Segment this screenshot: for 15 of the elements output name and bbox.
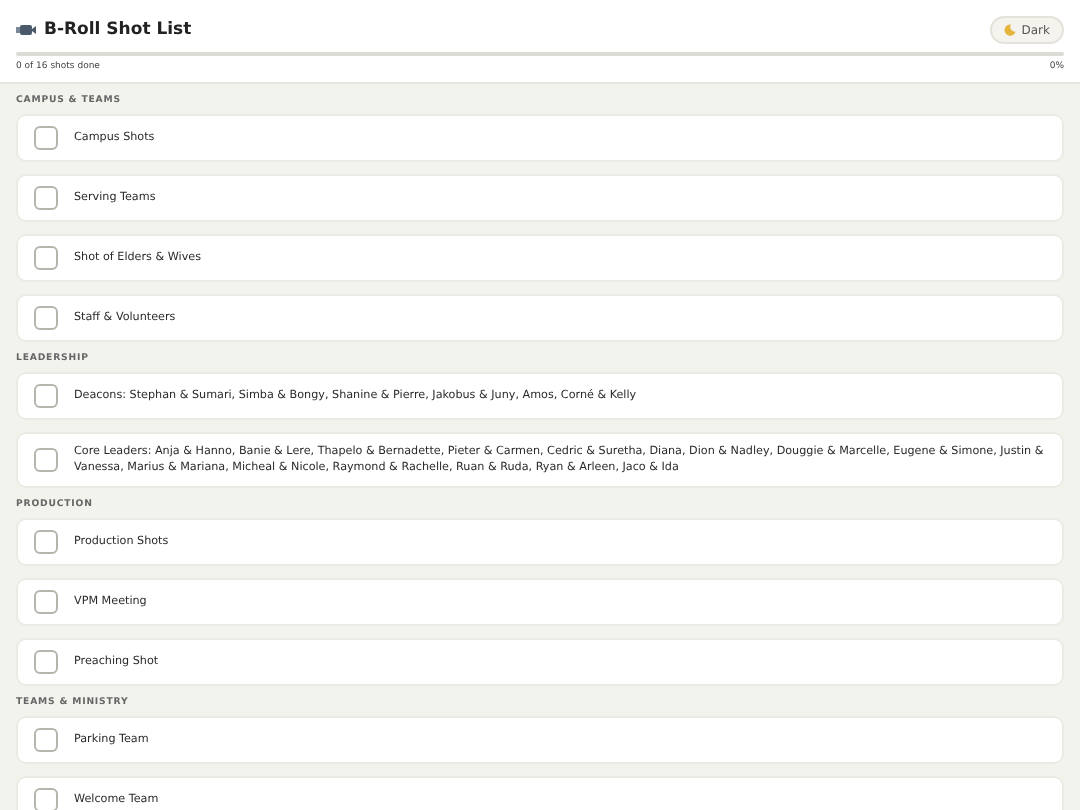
checkbox[interactable] (34, 650, 58, 675)
checkbox[interactable] (34, 530, 58, 555)
checkbox[interactable] (34, 788, 58, 810)
checkbox[interactable] (34, 246, 58, 270)
video-camera-icon (16, 22, 36, 38)
checkbox[interactable] (34, 448, 58, 473)
checkbox[interactable] (34, 306, 58, 330)
shot-item[interactable] (16, 432, 1064, 489)
app-title: B-Roll Shot List (44, 20, 192, 40)
checkbox[interactable] (34, 126, 58, 150)
checkbox[interactable] (34, 728, 58, 753)
checkbox[interactable] (34, 186, 58, 210)
checkbox[interactable] (34, 590, 58, 615)
checkbox[interactable] (34, 384, 58, 408)
moon-icon (1003, 24, 1016, 36)
